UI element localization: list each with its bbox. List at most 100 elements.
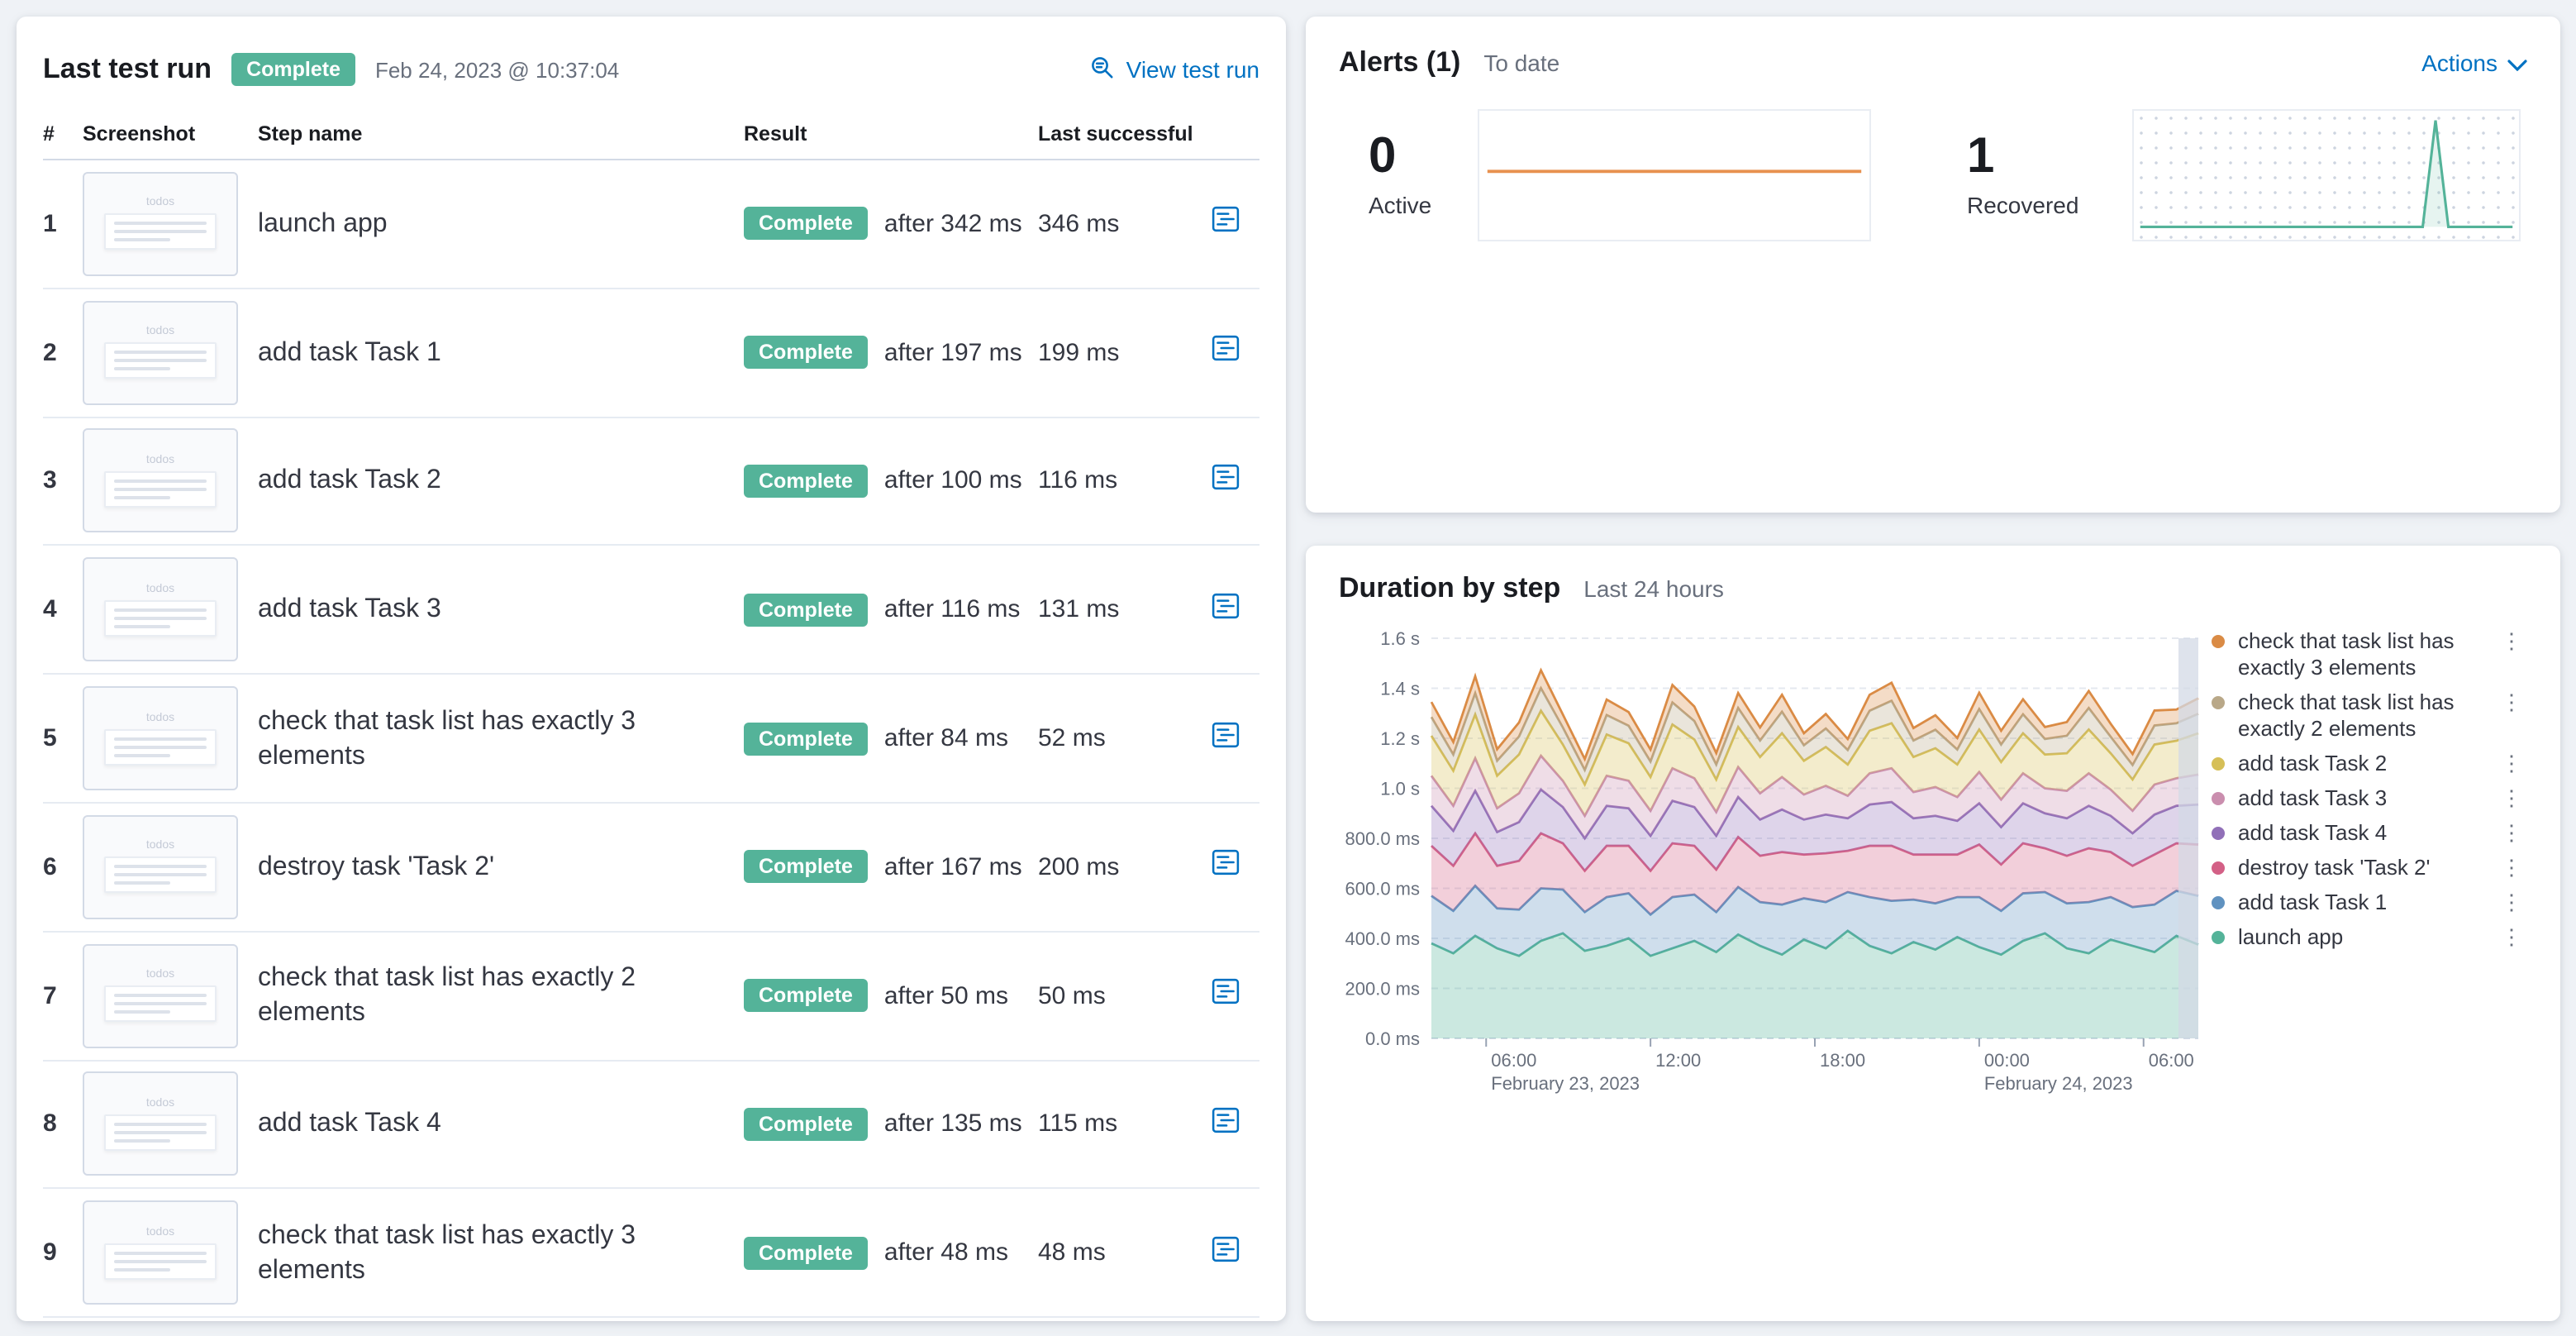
status-badge: Complete	[744, 593, 868, 627]
legend-options-icon[interactable]: ⋮	[2497, 924, 2526, 951]
active-alerts-chart	[1478, 109, 1871, 241]
alerts-subtitle: To date	[1483, 50, 1560, 76]
step-detail-button[interactable]	[1203, 460, 1246, 503]
step-last-successful: 200 ms	[1038, 852, 1120, 881]
step-row: 2 todos add task Task 1 Complete after 1…	[43, 289, 1259, 418]
svg-text:1.4 s: 1.4 s	[1380, 679, 1420, 699]
col-result: Result	[744, 122, 807, 146]
legend-series-label: add task Task 4	[2238, 820, 2388, 845]
step-screenshot[interactable]: todos	[83, 814, 238, 919]
step-screenshot[interactable]: todos	[83, 1200, 238, 1305]
chevron-down-icon	[2507, 50, 2527, 76]
step-screenshot[interactable]: todos	[83, 943, 238, 1048]
step-detail-button[interactable]	[1203, 846, 1246, 889]
step-screenshot[interactable]: todos	[83, 300, 238, 405]
legend-options-icon[interactable]: ⋮	[2497, 751, 2526, 777]
legend-series-dot	[2212, 896, 2225, 909]
step-last-successful: 131 ms	[1038, 595, 1120, 624]
duration-title: Duration by step	[1339, 572, 1561, 604]
legend-item[interactable]: launch app ⋮	[2212, 924, 2526, 951]
step-screenshot[interactable]: todos	[83, 1071, 238, 1176]
step-detail-button[interactable]	[1203, 717, 1246, 760]
step-detail-button[interactable]	[1203, 1103, 1246, 1146]
step-last-successful: 52 ms	[1038, 724, 1106, 753]
legend-options-icon[interactable]: ⋮	[2497, 820, 2526, 847]
actions-label: Actions	[2421, 50, 2497, 76]
col-number: #	[43, 122, 55, 146]
step-screenshot[interactable]: todos	[83, 557, 238, 662]
active-alerts-stat: 0 Active	[1369, 109, 1471, 218]
legend-item[interactable]: check that task list has exactly 2 eleme…	[2212, 689, 2526, 742]
step-row: 7 todos check that task list has exactly…	[43, 933, 1259, 1062]
step-detail-icon	[1211, 1235, 1239, 1272]
svg-text:18:00: 18:00	[1820, 1050, 1865, 1071]
thumbnail-label: todos	[145, 326, 175, 338]
alerts-panel: Alerts (1) To date Actions 0 Active 1 Re…	[1306, 17, 2560, 513]
thumbnail-mock-card	[104, 213, 217, 250]
step-row: 3 todos add task Task 2 Complete after 1…	[43, 418, 1259, 546]
step-detail-button[interactable]	[1203, 589, 1246, 632]
svg-text:400.0 ms: 400.0 ms	[1345, 928, 1421, 949]
status-badge: Complete	[744, 464, 868, 498]
thumbnail-label: todos	[145, 969, 175, 981]
thumbnail-mock-card	[104, 856, 217, 894]
legend-options-icon[interactable]: ⋮	[2497, 689, 2526, 716]
legend-options-icon[interactable]: ⋮	[2497, 855, 2526, 881]
duration-header: Duration by step Last 24 hours	[1339, 572, 2527, 605]
step-detail-button[interactable]	[1203, 331, 1246, 374]
svg-text:1.0 s: 1.0 s	[1380, 779, 1420, 799]
step-last-successful: 346 ms	[1038, 209, 1120, 238]
alerts-stats-row: 0 Active 1 Recovered	[1339, 109, 2527, 241]
legend-item[interactable]: add task Task 4 ⋮	[2212, 820, 2526, 847]
legend-options-icon[interactable]: ⋮	[2497, 890, 2526, 916]
status-badge: Complete	[744, 1107, 868, 1141]
svg-text:00:00: 00:00	[1984, 1050, 2030, 1071]
step-screenshot[interactable]: todos	[83, 428, 238, 533]
step-name: add task Task 1	[258, 338, 441, 367]
thumbnail-label: todos	[145, 197, 175, 209]
svg-text:06:00: 06:00	[2149, 1050, 2194, 1071]
legend-series-label: add task Task 2	[2238, 751, 2388, 775]
legend-item[interactable]: add task Task 2 ⋮	[2212, 751, 2526, 777]
svg-text:0.0 ms: 0.0 ms	[1365, 1028, 1420, 1049]
step-number: 4	[43, 595, 57, 624]
view-test-run-link[interactable]: View test run	[1090, 54, 1259, 85]
thumbnail-mock-card	[104, 470, 217, 508]
legend-options-icon[interactable]: ⋮	[2497, 785, 2526, 812]
legend-item[interactable]: add task Task 1 ⋮	[2212, 890, 2526, 916]
status-badge: Complete	[744, 850, 868, 884]
step-result: Complete after 50 ms	[744, 979, 1038, 1013]
step-screenshot[interactable]: todos	[83, 171, 238, 276]
status-badge: Complete	[744, 336, 868, 370]
svg-text:February 23, 2023: February 23, 2023	[1491, 1073, 1640, 1094]
duration-by-step-panel: Duration by step Last 24 hours 1.6 s 1.4 …	[1306, 546, 2560, 1321]
svg-text:12:00: 12:00	[1655, 1050, 1701, 1071]
step-row: 5 todos check that task list has exactly…	[43, 675, 1259, 804]
step-name: add task Task 4	[258, 1109, 441, 1138]
legend-item[interactable]: destroy task 'Task 2' ⋮	[2212, 855, 2526, 881]
actions-dropdown[interactable]: Actions	[2421, 50, 2527, 76]
step-detail-button[interactable]	[1203, 974, 1246, 1017]
step-name: check that task list has exactly 3 eleme…	[258, 707, 636, 771]
step-row: 9 todos check that task list has exactly…	[43, 1190, 1259, 1319]
legend-item[interactable]: check that task list has exactly 3 eleme…	[2212, 628, 2526, 681]
step-last-successful: 115 ms	[1038, 1109, 1118, 1138]
thumbnail-label: todos	[145, 712, 175, 724]
steps-rows: 1 todos launch app Complete after 342 ms…	[43, 160, 1259, 1319]
legend-item[interactable]: add task Task 3 ⋮	[2212, 785, 2526, 812]
legend-series-label: check that task list has exactly 2 eleme…	[2238, 689, 2455, 741]
step-detail-button[interactable]	[1203, 203, 1246, 246]
step-result: Complete after 116 ms	[744, 593, 1038, 627]
step-after: after 84 ms	[883, 724, 1008, 753]
legend-series-dot	[2212, 696, 2225, 709]
step-detail-button[interactable]	[1203, 1232, 1246, 1275]
recovered-alerts-count: 1	[1967, 129, 1995, 184]
duration-stacked-area-chart[interactable]: 1.6 s 1.4 s 1.2 s 1.0 s 800.0 ms 600.0 ms 400.…	[1339, 618, 2212, 1101]
step-result: Complete after 100 ms	[744, 464, 1038, 498]
step-name: add task Task 3	[258, 595, 441, 624]
steps-table-header: # Screenshot Step name Result Last succe…	[43, 109, 1259, 160]
legend-options-icon[interactable]: ⋮	[2497, 628, 2526, 655]
step-after: after 48 ms	[883, 1238, 1008, 1267]
step-result: Complete after 342 ms	[744, 207, 1038, 241]
step-screenshot[interactable]: todos	[83, 686, 238, 791]
